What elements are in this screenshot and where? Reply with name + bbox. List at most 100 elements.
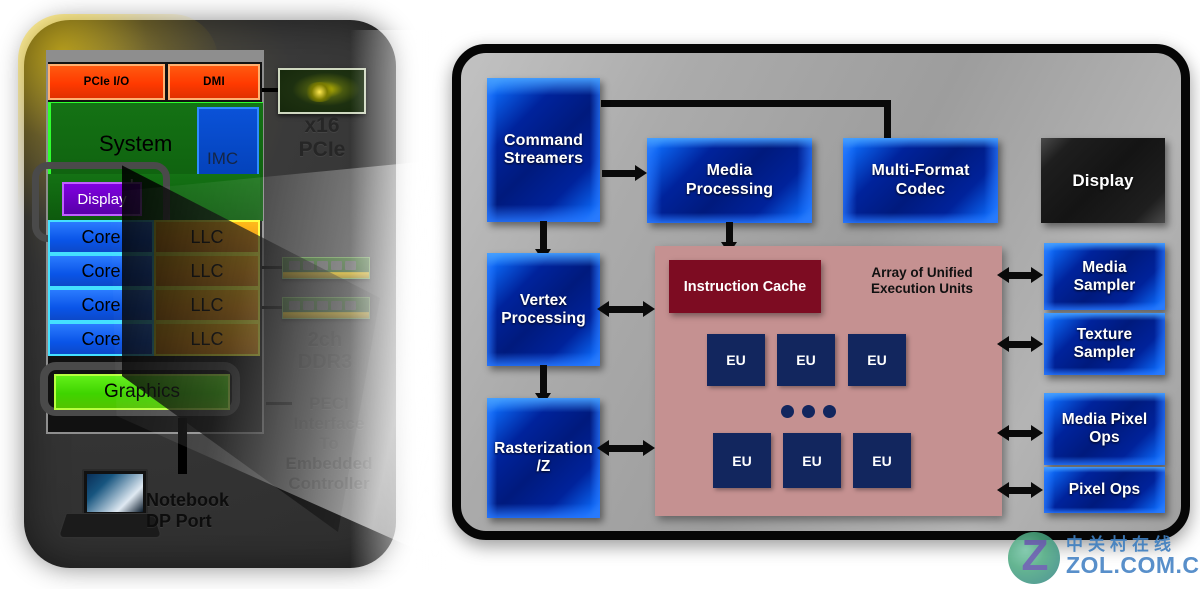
- display-block[interactable]: Display: [1041, 138, 1165, 223]
- ellipsis-dot-icon: [823, 405, 836, 418]
- ddr3-dimm-1: [282, 257, 370, 279]
- dmi-block[interactable]: DMI: [168, 64, 260, 100]
- cs-to-media-line: [602, 170, 638, 177]
- mfc-line2: Codec: [895, 180, 946, 198]
- zol-watermark: 中关村在线 ZOL.COM.CN: [1008, 528, 1200, 586]
- display-label: Display: [1072, 170, 1134, 190]
- eu-media-pixel-ops-line: [1007, 430, 1034, 437]
- multi-format-codec-block[interactable]: Multi-Format Codec: [843, 138, 998, 223]
- command-streamers-block[interactable]: Command Streamers: [487, 78, 600, 222]
- llc-block-2[interactable]: LLC: [154, 254, 260, 288]
- ms-line1: Media: [1082, 258, 1127, 276]
- diagram-canvas: PCIe I/O DMI System IMC Display ' Core L…: [0, 0, 1200, 589]
- pcie-io-label: PCIe I/O: [83, 76, 130, 88]
- llc-label-3: LLC: [190, 294, 224, 315]
- graphics-block[interactable]: Graphics: [54, 374, 230, 410]
- eu-block[interactable]: EU: [853, 433, 911, 488]
- eu-media-sampler-line: [1007, 272, 1034, 279]
- pcie-io-block[interactable]: PCIe I/O: [48, 64, 165, 100]
- eu-media-sampler-arrowhead-right: [1031, 267, 1043, 283]
- eu-label: EU: [796, 352, 816, 368]
- eu-media-pixel-ops-arrowhead-left: [997, 425, 1009, 441]
- vertex-eu-arrowhead-left: [597, 301, 609, 317]
- eu-block[interactable]: EU: [783, 433, 841, 488]
- cs-line2: Streamers: [503, 150, 584, 167]
- core-block-3[interactable]: Core: [48, 288, 154, 322]
- dmi-label: DMI: [203, 76, 225, 88]
- cs-line1: Command: [504, 131, 583, 149]
- texture-sampler-block[interactable]: Texture Sampler: [1044, 313, 1165, 375]
- pixel-ops-label: Pixel Ops: [1068, 481, 1141, 499]
- x16-pcie-caption: x16 PCIe: [276, 114, 368, 161]
- eu-label: EU: [732, 452, 752, 469]
- vertex-processing-label: Vertex Processing: [501, 292, 586, 327]
- peci-line3: To: [319, 434, 339, 454]
- cs-to-media-arrowhead: [635, 165, 647, 181]
- media-pixel-ops-block[interactable]: Media Pixel Ops: [1044, 393, 1165, 465]
- instruction-cache-block[interactable]: Instruction Cache: [669, 260, 821, 313]
- rasterization-z-block[interactable]: Rasterization /Z: [487, 398, 600, 518]
- laptop-screen-icon: [82, 469, 148, 517]
- notebook-line1: Notebook: [146, 490, 229, 510]
- table-row: Core LLC: [48, 220, 260, 254]
- ellipsis-dot-icon: [781, 405, 794, 418]
- notebook-dp-caption: Notebook DP Port: [146, 490, 284, 531]
- raster-eu-arrowhead-right: [643, 440, 655, 456]
- eu-block[interactable]: EU: [707, 334, 765, 386]
- cs-to-codec-horizontal-line: [601, 100, 891, 107]
- core-block-4[interactable]: Core: [48, 322, 154, 356]
- table-row: Core LLC: [48, 254, 260, 288]
- llc-block-3[interactable]: LLC: [154, 288, 260, 322]
- imc-label: IMC: [207, 149, 239, 168]
- eu-block[interactable]: EU: [848, 334, 906, 386]
- peci-line5: Controller: [288, 474, 370, 494]
- gpu-block-diagram: Command Streamers Media Processing Multi…: [452, 44, 1190, 540]
- eu-texture-sampler-arrowhead-left: [997, 336, 1009, 352]
- core-llc-grid: Core LLC Core LLC Core LLC Core LLC: [48, 220, 260, 356]
- media-processing-block[interactable]: Media Processing: [647, 138, 812, 223]
- core-label-4: Core: [81, 328, 121, 349]
- eu-texture-sampler-line: [1007, 341, 1034, 348]
- vertex-processing-block[interactable]: Vertex Processing: [487, 253, 600, 366]
- display-tick-mark: ': [130, 176, 134, 193]
- mpo-line2: Ops: [1089, 429, 1120, 446]
- x16-line2: PCIe: [298, 137, 346, 161]
- peci-line1: PECI: [309, 394, 349, 413]
- eu-pixel-ops-arrowhead-left: [997, 482, 1009, 498]
- ts-line1: Texture: [1076, 326, 1133, 344]
- llc-block-1[interactable]: LLC: [154, 220, 260, 254]
- rz-line1: Rasterization: [494, 440, 593, 458]
- ms-line2: Sampler: [1073, 276, 1136, 294]
- peci-line2: Interface: [293, 414, 365, 434]
- x16-line1: x16: [304, 114, 340, 137]
- media-sampler-block[interactable]: Media Sampler: [1044, 243, 1165, 310]
- instruction-cache-label: Instruction Cache: [683, 278, 807, 295]
- eu-label: EU: [872, 452, 892, 469]
- array-label-line2: Execution Units: [870, 281, 973, 297]
- eu-block[interactable]: EU: [777, 334, 835, 386]
- zol-logo-icon: [1008, 529, 1060, 584]
- core-label-3: Core: [81, 294, 121, 315]
- eu-media-pixel-ops-arrowhead-right: [1031, 425, 1043, 441]
- core-block-2[interactable]: Core: [48, 254, 154, 288]
- pixel-ops-block[interactable]: Pixel Ops: [1044, 467, 1165, 513]
- eu-block[interactable]: EU: [713, 433, 771, 488]
- graphics-label: Graphics: [103, 381, 181, 402]
- io-row: PCIe I/O DMI: [48, 64, 260, 100]
- texture-sampler-label: Texture Sampler: [1074, 326, 1136, 361]
- eu-texture-sampler-arrowhead-right: [1031, 336, 1043, 352]
- eu-pixel-ops-arrowhead-right: [1031, 482, 1043, 498]
- vertex-eu-line: [607, 306, 646, 313]
- media-processing-label: Media Processing: [686, 162, 773, 198]
- eu-array-container: Instruction Cache Array of Unified Execu…: [655, 246, 1002, 516]
- media-pixel-ops-label: Media Pixel Ops: [1062, 411, 1148, 446]
- llc-block-4[interactable]: LLC: [154, 322, 260, 356]
- array-label-line1: Array of Unified: [871, 265, 973, 280]
- core-block-1[interactable]: Core: [48, 220, 154, 254]
- ddr3-line2: DDR3: [297, 351, 353, 374]
- command-streamers-label: Command Streamers: [504, 132, 583, 168]
- ts-line2: Sampler: [1073, 344, 1136, 361]
- ellipsis-dot-icon: [802, 405, 815, 418]
- eu-pixel-ops-line: [1007, 487, 1034, 494]
- array-of-unified-execution-units-label: Array of Unified Execution Units: [850, 265, 994, 298]
